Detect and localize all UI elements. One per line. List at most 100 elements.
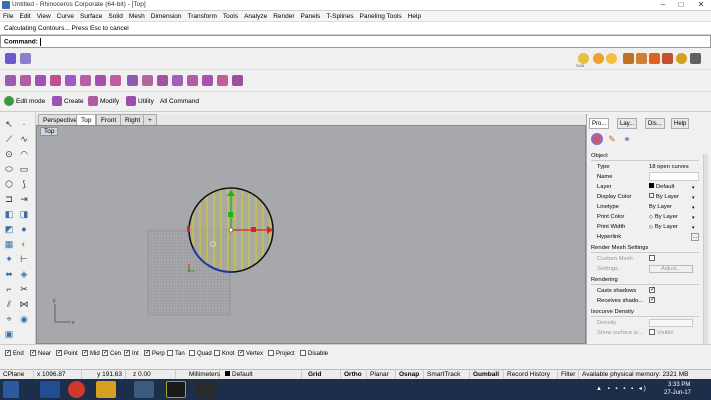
analyze-icon[interactable]: ⌖ — [3, 313, 15, 325]
maximize-button[interactable]: □ — [673, 0, 689, 10]
mesh-icon[interactable]: ▦ — [3, 238, 15, 250]
menu-panels[interactable]: Panels — [298, 11, 324, 22]
point-icon[interactable]: · — [18, 118, 30, 130]
osnap-knot[interactable]: Knot — [214, 350, 234, 358]
menu-mesh[interactable]: Mesh — [126, 11, 148, 22]
environment-icon[interactable] — [676, 53, 687, 64]
menu-transform[interactable]: Transform — [185, 11, 220, 22]
menu-dimension[interactable]: Dimension — [148, 11, 185, 22]
link-icon[interactable]: ⚭ — [621, 133, 633, 145]
menu-tsplines[interactable]: T-Splines — [323, 11, 356, 22]
tsplines-icon[interactable] — [5, 53, 16, 64]
render-tool-icon[interactable]: ◉ — [18, 313, 30, 325]
muse-icon[interactable] — [166, 381, 186, 398]
extrude-icon[interactable]: ◨ — [18, 208, 30, 220]
texture-icon[interactable] — [636, 53, 647, 64]
system-tray-icons[interactable]: ▲ ▪ ▪ ▪ ▪ ◂) — [596, 385, 656, 392]
tab-top[interactable]: Top — [76, 114, 97, 125]
tspline-cone-icon[interactable] — [95, 75, 106, 86]
menu-view[interactable]: View — [34, 11, 54, 22]
osnap-near[interactable]: ✓ Near — [30, 350, 51, 358]
osnap-point[interactable]: ✓ Point — [56, 350, 78, 358]
tspline-sphere-icon[interactable] — [35, 75, 46, 86]
prop-print-color[interactable]: Print Color ◇ By Layer ▾ — [591, 212, 699, 222]
menu-solid[interactable]: Solid — [105, 11, 125, 22]
tspline-weld-icon[interactable] — [142, 75, 153, 86]
start-button-icon[interactable] — [3, 381, 19, 398]
menu-render[interactable]: Render — [270, 11, 297, 22]
tspline-quadball-icon[interactable] — [80, 75, 91, 86]
render-light-icon[interactable] — [606, 53, 617, 64]
minimize-button[interactable]: – — [655, 0, 671, 10]
utility-button[interactable]: Utility — [126, 96, 154, 108]
rhino-taskbar-icon[interactable] — [196, 381, 216, 398]
osnap-vertex[interactable]: ✓ Vertex — [238, 350, 263, 358]
tspline-thicken-icon[interactable] — [217, 75, 228, 86]
split-icon[interactable]: ⫽ — [3, 298, 15, 310]
select-arrow-icon[interactable]: ↖ — [3, 118, 15, 130]
extend-icon[interactable]: ⇥ — [18, 193, 30, 205]
camera-icon[interactable] — [690, 53, 701, 64]
offset-curve-icon[interactable]: ⊐ — [3, 193, 15, 205]
tspline-bridge-icon[interactable] — [157, 75, 168, 86]
group-icon[interactable]: ◈ — [18, 268, 30, 280]
close-button[interactable]: ✕ — [693, 0, 709, 10]
polyline-icon[interactable]: ⟋ — [3, 133, 15, 145]
chrome-icon[interactable] — [68, 381, 85, 398]
material-icon[interactable] — [623, 53, 634, 64]
osnap-int[interactable]: ✓ Int — [124, 350, 139, 358]
tspline-smooth-icon[interactable] — [202, 75, 213, 86]
adjust-button[interactable]: Adjust... — [649, 265, 693, 273]
modify-button[interactable]: Modify — [88, 96, 119, 108]
menu-surface[interactable]: Surface — [77, 11, 105, 22]
material-properties-icon[interactable]: ✎ — [606, 133, 618, 145]
osnap-tan[interactable]: Tan — [167, 350, 185, 358]
explorer-icon[interactable] — [96, 381, 116, 398]
ie-icon[interactable] — [40, 381, 60, 398]
tspline-box-icon[interactable] — [5, 75, 16, 86]
receives-shadows-checkbox[interactable]: ✓ — [649, 297, 655, 304]
lights-icon[interactable]: ✦ — [3, 253, 15, 265]
tspline-crease-icon[interactable] — [187, 75, 198, 86]
tab-front[interactable]: Front — [96, 114, 122, 125]
density-input[interactable] — [649, 319, 693, 327]
tspline-fill-icon[interactable] — [172, 75, 183, 86]
hyperlink-browse-button[interactable]: ... — [691, 233, 699, 241]
transform-icon[interactable]: ⬌ — [3, 268, 15, 280]
osnap-project[interactable]: Project — [268, 350, 295, 358]
osnap-quad[interactable]: Quad — [189, 350, 212, 358]
visible-checkbox[interactable] — [649, 329, 655, 336]
create-button[interactable]: Create — [52, 96, 84, 108]
tab-right[interactable]: Right — [120, 114, 146, 125]
circle-icon[interactable]: ⊙ — [3, 148, 15, 160]
tspline-extrude-icon[interactable] — [127, 75, 138, 86]
top-viewport[interactable]: Top y x — [36, 125, 586, 344]
osnap-mid[interactable]: ✓ Mid — [82, 350, 100, 358]
tab-properties[interactable]: Pro... — [589, 118, 610, 129]
gumball-y-scale-handle[interactable] — [228, 212, 233, 217]
sun-icon[interactable] — [593, 53, 604, 64]
menu-analyze[interactable]: Analyze — [241, 11, 270, 22]
osnap-cen[interactable]: ✓ Cen — [102, 350, 121, 358]
tab-help[interactable]: Help — [671, 118, 690, 129]
panel-scrollbar[interactable] — [703, 154, 708, 344]
edit-mode-button[interactable]: Edit mode — [4, 96, 45, 108]
fillet-icon[interactable]: ⌐ — [3, 283, 15, 295]
osnap-perp[interactable]: ✓ Perp — [144, 350, 165, 358]
ellipse-icon[interactable]: ⬭ — [3, 163, 15, 175]
tspline-convert-icon[interactable] — [232, 75, 243, 86]
prop-display-color[interactable]: Display Color By Layer ▾ — [591, 192, 699, 202]
boolean-icon[interactable]: ◐ — [18, 238, 30, 250]
tab-layers[interactable]: Lay... — [617, 118, 638, 129]
gumball-x-scale-handle[interactable] — [251, 227, 256, 232]
command-line[interactable]: Command: — [0, 35, 711, 48]
prop-print-width[interactable]: Print Width ◇ By Layer ▾ — [591, 222, 699, 232]
surface-icon[interactable]: ◧ — [3, 208, 15, 220]
prop-layer[interactable]: Layer Default ▾ — [591, 182, 699, 192]
tspline-torus-icon[interactable] — [65, 75, 76, 86]
media-player-icon[interactable] — [134, 381, 154, 398]
rectangle-icon[interactable]: ▭ — [18, 163, 30, 175]
object-properties-icon[interactable] — [591, 133, 603, 145]
polygon-icon[interactable]: ⬡ — [3, 178, 15, 190]
solid-tools-icon[interactable]: ▣ — [3, 328, 15, 340]
